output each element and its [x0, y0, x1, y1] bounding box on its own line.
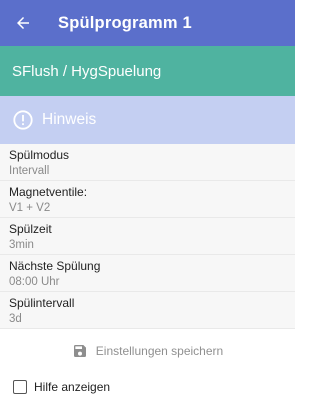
- help-label: Hilfe anzeigen: [34, 380, 111, 394]
- help-toggle-row[interactable]: Hilfe anzeigen: [0, 373, 295, 400]
- settings-list: Spülmodus Intervall Magnetventile: V1 + …: [0, 144, 295, 329]
- help-checkbox[interactable]: [13, 380, 27, 394]
- setting-row-spuelintervall[interactable]: Spülintervall 3d: [0, 292, 295, 329]
- setting-value: 3min: [9, 239, 34, 251]
- setting-label: Spülintervall: [9, 296, 75, 310]
- alert-circle-icon: [12, 109, 34, 131]
- setting-label: Spülzeit: [9, 222, 52, 236]
- setting-row-spuelmodus[interactable]: Spülmodus Intervall: [0, 144, 295, 181]
- setting-label: Nächste Spülung: [9, 259, 101, 273]
- setting-value: 08:00 Uhr: [9, 276, 60, 288]
- setting-row-naechste-spuelung[interactable]: Nächste Spülung 08:00 Uhr: [0, 255, 295, 292]
- save-settings-label: Einstellungen speichern: [95, 344, 224, 358]
- setting-row-magnetventile[interactable]: Magnetventile: V1 + V2: [0, 181, 295, 218]
- setting-value: 3d: [9, 313, 22, 325]
- back-button[interactable]: [0, 0, 46, 46]
- setting-value: V1 + V2: [9, 202, 51, 214]
- notice-label: Hinweis: [42, 111, 97, 128]
- setting-value: Intervall: [9, 165, 50, 177]
- page-title: Spülprogramm 1: [58, 13, 192, 32]
- save-settings-button[interactable]: Einstellungen speichern: [0, 329, 295, 373]
- arrow-left-icon: [14, 14, 32, 32]
- app-bar: Spülprogramm 1: [0, 0, 295, 46]
- setting-row-spuelzeit[interactable]: Spülzeit 3min: [0, 218, 295, 255]
- setting-label: Magnetventile:: [9, 185, 88, 199]
- notice-banner[interactable]: Hinweis: [0, 96, 295, 144]
- setting-label: Spülmodus: [9, 148, 70, 162]
- program-subheader: SFlush / HygSpuelung: [0, 46, 295, 96]
- save-icon: [72, 343, 88, 359]
